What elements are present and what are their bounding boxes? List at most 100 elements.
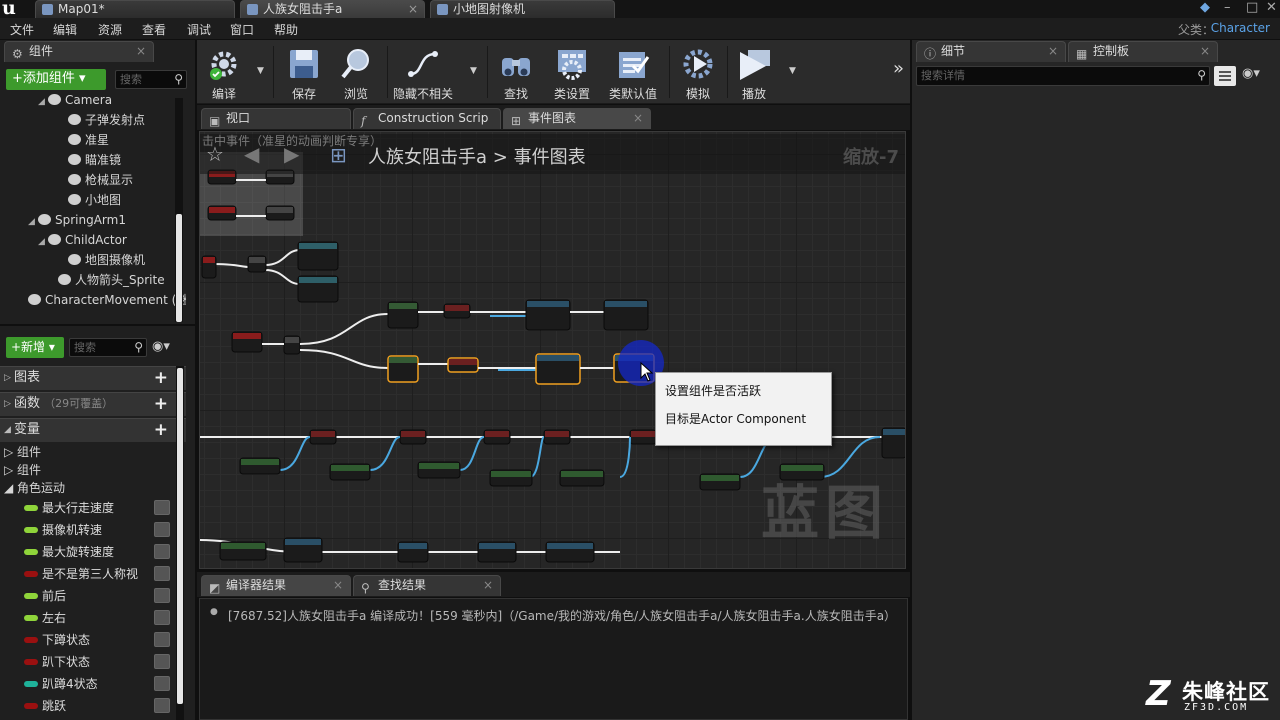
component-tree-item[interactable]: ◢ SpringArm1 xyxy=(28,210,126,230)
tree-expander-icon[interactable]: ◢ xyxy=(28,212,38,232)
event-graph-canvas[interactable]: 击中事件（准星的动画判断专享） ☆ ◀ ▶ ⊞ 人族女阻击手a > 事件图表 缩… xyxy=(199,131,906,569)
menu-file[interactable]: 文件 xyxy=(10,21,34,38)
tree-expander-icon[interactable]: ◢ xyxy=(38,94,48,112)
add-new-button[interactable]: +新增 ▾ xyxy=(6,337,64,358)
forward-arrow-icon[interactable]: ▶ xyxy=(284,142,299,166)
blueprint-search-input[interactable]: 搜索 ⚲ xyxy=(69,338,147,357)
blueprint-node[interactable] xyxy=(483,429,511,445)
category-components-2[interactable]: ▷ 组件 xyxy=(4,461,41,479)
variable-visibility-toggle[interactable] xyxy=(154,610,170,625)
blueprint-node[interactable] xyxy=(309,429,337,445)
component-tree-item[interactable]: ◢ ChildActor xyxy=(38,230,127,250)
breadcrumb-blueprint[interactable]: 人族女阻击手a xyxy=(368,147,487,168)
component-tree-item[interactable]: 子弹发射点 xyxy=(58,110,145,130)
variable-visibility-toggle[interactable] xyxy=(154,522,170,537)
category-components-1[interactable]: ▷ 组件 xyxy=(4,443,41,461)
blueprint-node[interactable] xyxy=(417,461,461,479)
compile-options-dropdown-icon[interactable]: ▼ xyxy=(257,66,264,76)
toolbar-more-icon[interactable]: » xyxy=(893,58,904,79)
visibility-eye-icon[interactable]: ◉▾ xyxy=(1242,66,1260,81)
blueprint-node[interactable] xyxy=(543,429,571,445)
add-variable-icon[interactable]: + xyxy=(154,419,168,441)
blueprint-node[interactable] xyxy=(535,353,581,385)
play-button[interactable]: 播放 xyxy=(729,42,779,102)
component-tree-item[interactable]: 枪械显示 xyxy=(58,170,133,190)
blueprint-node[interactable] xyxy=(443,303,471,319)
hide-options-dropdown-icon[interactable]: ▼ xyxy=(470,66,477,76)
variable-visibility-toggle[interactable] xyxy=(154,698,170,713)
scrollbar-thumb[interactable] xyxy=(177,368,183,704)
blueprint-node[interactable] xyxy=(231,331,263,353)
variable-visibility-toggle[interactable] xyxy=(154,500,170,515)
blueprint-node[interactable] xyxy=(489,469,533,487)
minimize-icon[interactable]: – xyxy=(1224,0,1231,15)
blueprint-node[interactable] xyxy=(329,463,371,481)
notification-icon[interactable]: ◆ xyxy=(1200,0,1210,15)
find-button[interactable]: 查找 xyxy=(491,42,541,102)
tab-components[interactable]: ⚙ 组件 × xyxy=(4,41,154,62)
tab-palette[interactable]: ▦ 控制板 × xyxy=(1068,41,1218,62)
doc-tab-blueprint[interactable]: 人族女阻击手a × xyxy=(240,0,425,18)
blueprint-node[interactable] xyxy=(265,205,295,221)
simulate-button[interactable]: 模拟 xyxy=(673,42,723,102)
close-icon[interactable]: × xyxy=(136,42,146,61)
variable-visibility-toggle[interactable] xyxy=(154,654,170,669)
browse-button[interactable]: 浏览 xyxy=(331,42,381,102)
blueprint-node[interactable] xyxy=(297,241,339,271)
variable-row[interactable]: 左右 xyxy=(0,607,176,629)
blueprint-scrollbar[interactable] xyxy=(176,366,184,720)
component-tree-item[interactable]: ◢ Camera xyxy=(38,94,112,110)
compile-button[interactable]: 编译 xyxy=(199,42,249,102)
section-functions[interactable]: ▷ 函数 （29可覆盖） + xyxy=(0,392,186,416)
menu-assets[interactable]: 资源 xyxy=(98,21,122,38)
breadcrumb-graph[interactable]: 事件图表 xyxy=(514,147,586,168)
variable-visibility-toggle[interactable] xyxy=(154,544,170,559)
variable-row[interactable]: 下蹲状态 xyxy=(0,629,176,651)
variable-row[interactable]: 最大行走速度 xyxy=(0,497,176,519)
blueprint-node[interactable] xyxy=(545,541,595,563)
class-defaults-button[interactable]: 类默认值 xyxy=(603,42,663,102)
menu-view[interactable]: 查看 xyxy=(142,21,166,38)
close-icon[interactable]: × xyxy=(1048,42,1058,61)
tab-find-results[interactable]: ⚲ 查找结果 × xyxy=(353,575,501,596)
blueprint-node[interactable] xyxy=(397,541,429,563)
doc-tab-map01[interactable]: Map01* xyxy=(35,0,235,18)
component-search-input[interactable]: 搜索 ⚲ xyxy=(115,70,187,89)
section-variables[interactable]: ◢ 变量 + xyxy=(0,418,186,442)
blueprint-node[interactable] xyxy=(603,299,649,331)
menu-edit[interactable]: 编辑 xyxy=(53,21,77,38)
blueprint-node[interactable] xyxy=(239,457,281,475)
variable-visibility-toggle[interactable] xyxy=(154,566,170,581)
back-arrow-icon[interactable]: ◀ xyxy=(244,142,259,166)
tab-event-graph[interactable]: ⊞ 事件图表 × xyxy=(503,108,651,129)
component-tree-item[interactable]: 地图摄像机 xyxy=(58,250,145,270)
tab-viewport[interactable]: ▣ 视口 xyxy=(201,108,351,129)
doc-tab-minimap-camera[interactable]: 小地图射像机 xyxy=(430,0,615,18)
variable-row[interactable]: 前后 xyxy=(0,585,176,607)
parent-class-link[interactable]: Character xyxy=(1211,21,1270,35)
blueprint-node[interactable] xyxy=(387,301,419,329)
blueprint-node[interactable] xyxy=(629,429,657,445)
component-tree-item[interactable]: 小地图 xyxy=(58,190,121,210)
variable-row[interactable]: 摄像机转速 xyxy=(0,519,176,541)
blueprint-node[interactable] xyxy=(219,541,267,561)
details-search-input[interactable]: 搜索详情 ⚲ xyxy=(916,66,1210,86)
component-tree-item[interactable]: 准星 xyxy=(58,130,109,150)
close-icon[interactable]: × xyxy=(483,576,493,595)
section-graphs[interactable]: ▷ 图表 + xyxy=(0,366,186,390)
hide-unrelated-button[interactable]: 隐藏不相关 xyxy=(391,42,455,102)
tab-compiler-results[interactable]: ◩ 编译器结果 × xyxy=(201,575,351,596)
blueprint-node[interactable] xyxy=(297,275,339,303)
variable-row[interactable]: 趴下状态 xyxy=(0,651,176,673)
visibility-eye-icon[interactable]: ◉▾ xyxy=(152,339,170,354)
close-icon[interactable]: × xyxy=(1200,42,1210,61)
unreal-logo-icon[interactable]: u xyxy=(2,0,26,19)
menu-debug[interactable]: 调试 xyxy=(187,21,211,38)
blueprint-node[interactable] xyxy=(881,427,906,459)
maximize-icon[interactable]: □ xyxy=(1246,0,1258,15)
variable-row[interactable]: 跳跃 xyxy=(0,695,176,717)
blueprint-node[interactable] xyxy=(201,255,217,279)
blueprint-node[interactable] xyxy=(525,299,571,331)
blueprint-node[interactable] xyxy=(207,205,237,221)
save-button[interactable]: 保存 xyxy=(279,42,329,102)
